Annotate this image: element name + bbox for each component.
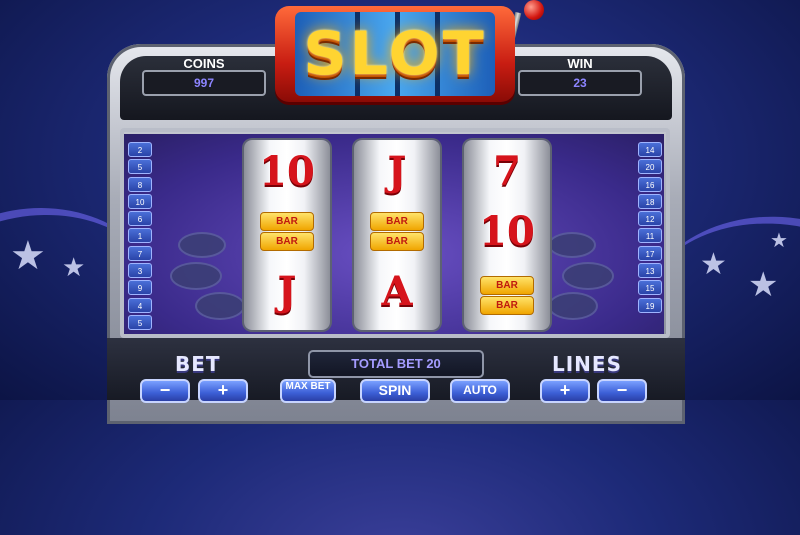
payline-number: 11 [638,228,662,244]
coin-icon [178,232,226,258]
payline-number: 4 [128,297,152,313]
coin-icon [562,262,614,290]
reel-symbol: J [277,268,297,315]
bar-symbol: BAR [260,212,314,231]
star-icon: ★ [770,228,788,252]
coins-counter: 997 [142,70,266,96]
bet-increase-button[interactable]: + [198,379,248,403]
payline-number: 8 [128,176,152,192]
reel-3: 7 10 BAR BAR [464,140,550,330]
payline-number: 2 [128,142,152,157]
bet-label: BET [175,352,221,376]
lines-increase-button[interactable]: + [540,379,590,403]
payline-indicators-right: 14 20 16 18 12 11 17 13 15 19 [638,142,662,315]
payline-number: 5 [128,314,152,330]
payline-number: 1 [128,228,152,244]
payline-number: 15 [638,280,662,296]
win-label: WIN [567,56,593,71]
payline-indicators-left: 2 5 8 10 6 1 7 3 9 4 5 [128,142,152,332]
reel-symbol: A [381,268,413,315]
payline-number: 13 [638,263,662,279]
payline-number: 9 [128,280,152,296]
payline-number: 20 [638,159,662,175]
coin-icon [548,292,598,320]
coin-icon [170,262,222,290]
payline-number: 14 [638,142,662,157]
payline-number: 19 [638,297,662,313]
star-icon: ★ [10,233,46,279]
bar-symbol: BAR [370,212,424,231]
star-icon: ★ [700,247,727,282]
reel-2: J BAR BAR A [354,140,440,330]
coins-label: COINS [183,56,225,71]
payline-number: 7 [128,245,152,261]
max-bet-button[interactable]: MAX BET [280,379,336,403]
bar-symbol: BAR [480,276,534,295]
payline-number: 10 [128,193,152,209]
lines-decrease-button[interactable]: − [597,379,647,403]
payline-number: 17 [638,245,662,261]
reel-symbol: 10 [479,208,535,255]
payline-number: 16 [638,176,662,192]
bar-symbol: BAR [370,232,424,251]
game-logo-title: SLOT [303,19,487,89]
payline-number: 6 [128,211,152,227]
payline-number: 5 [128,159,152,175]
payline-number: 18 [638,193,662,209]
bet-decrease-button[interactable]: − [140,379,190,403]
coin-icon [195,292,245,320]
payline-number: 3 [128,263,152,279]
auto-button[interactable]: AUTO [450,379,510,403]
reel-symbol: 7 [493,148,521,195]
reel-1: 10 BAR BAR J [244,140,330,330]
bar-symbol: BAR [480,296,534,315]
payline-number: 12 [638,211,662,227]
star-icon: ★ [62,253,86,283]
star-icon: ★ [748,265,779,305]
reel-symbol: 10 [259,148,315,195]
spin-button[interactable]: SPIN [360,379,430,403]
lever-knob[interactable] [524,0,544,20]
reel-symbol: J [387,148,407,195]
bar-symbol: BAR [260,232,314,251]
win-counter: 23 [518,70,642,96]
total-bet-display: TOTAL BET 20 [308,350,484,378]
lines-label: LINES [552,352,622,376]
coin-icon [548,232,596,258]
